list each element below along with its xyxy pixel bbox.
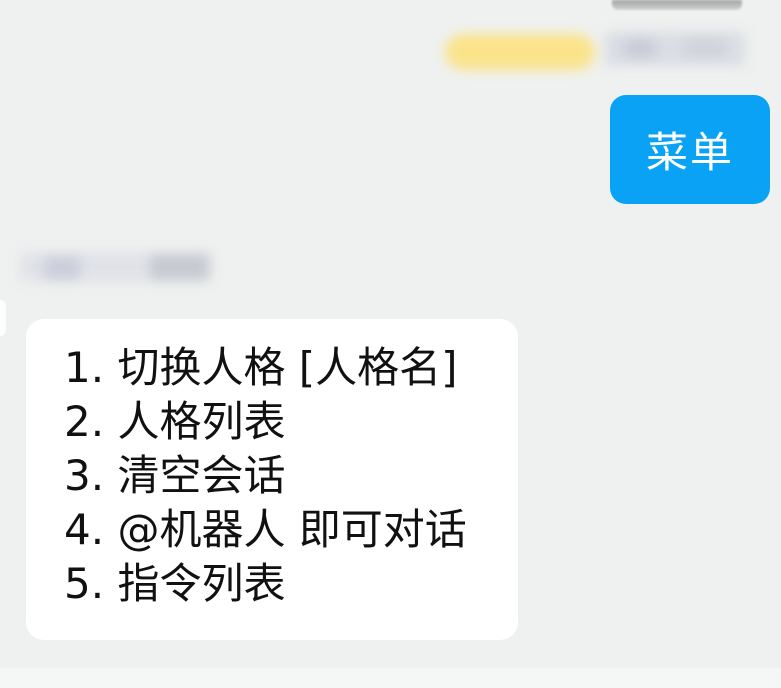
bot-message-bubble[interactable]: 1. 切换人格 [人格名] 2. 人格列表 3. 清空会话 4. @机器人 即可… [26, 319, 518, 640]
menu-item-text: @机器人 即可对话 [117, 505, 467, 554]
menu-item: 2. 人格列表 [64, 395, 518, 449]
menu-item-text: 人格列表 [117, 397, 286, 446]
menu-item-number: 3. [64, 451, 105, 500]
menu-item: 1. 切换人格 [人格名] [64, 341, 518, 395]
menu-item-text: 指令列表 [117, 559, 286, 608]
sender-name-blurred [445, 28, 750, 78]
menu-item-text: 清空会话 [117, 451, 286, 500]
menu-item-text: 切换人格 [人格名] [117, 343, 458, 392]
previous-message-edge [612, 0, 742, 10]
menu-item: 3. 清空会话 [64, 449, 518, 503]
user-message-bubble[interactable]: 菜单 [610, 95, 770, 204]
menu-item: 5. 指令列表 [64, 557, 518, 611]
input-area-edge [0, 668, 781, 688]
bot-name-blurred [20, 240, 220, 292]
menu-item-number: 1. [64, 343, 105, 392]
menu-item-number: 4. [64, 505, 105, 554]
menu-item-number: 5. [64, 559, 105, 608]
menu-item-number: 2. [64, 397, 105, 446]
chat-view: 菜单 1. 切换人格 [人格名] 2. 人格列表 3. 清空会话 4. @机器人… [0, 0, 781, 668]
menu-item: 4. @机器人 即可对话 [64, 503, 518, 557]
command-menu-list: 1. 切换人格 [人格名] 2. 人格列表 3. 清空会话 4. @机器人 即可… [64, 341, 518, 611]
user-message-text: 菜单 [645, 128, 734, 177]
bot-avatar-edge [0, 300, 6, 336]
